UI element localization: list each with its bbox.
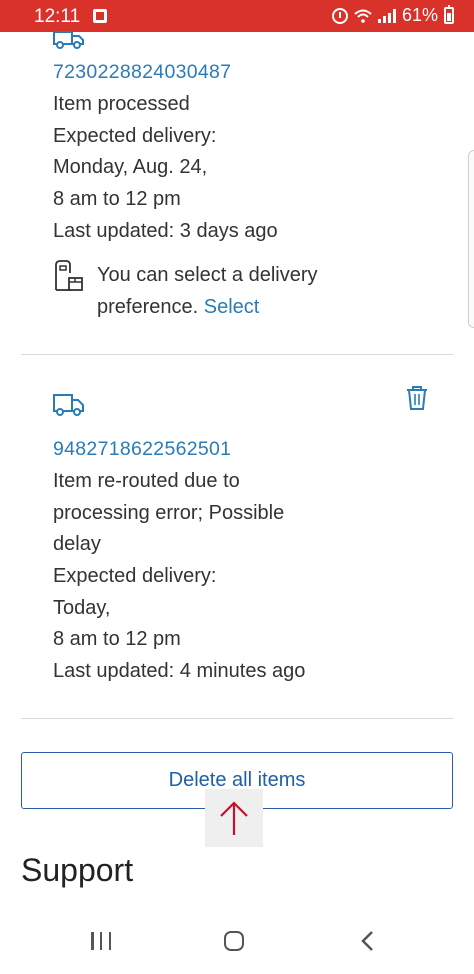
select-preference-link[interactable]: Select <box>204 296 260 318</box>
package-status-line2: processing error; Possible <box>53 502 285 524</box>
truck-icon <box>53 394 84 416</box>
divider <box>21 354 453 355</box>
package-status: Item processed <box>53 93 190 115</box>
navigation-bar <box>0 912 474 974</box>
arrow-up-icon <box>220 801 248 835</box>
support-heading: Support <box>21 852 134 888</box>
wifi-icon <box>354 9 372 23</box>
battery-icon <box>444 5 454 24</box>
trash-icon[interactable] <box>405 385 429 411</box>
expected-delivery-window: 8 am to 12 pm <box>53 188 181 210</box>
back-to-top-button[interactable] <box>205 789 263 847</box>
notification-icon <box>93 9 107 23</box>
divider <box>21 718 453 719</box>
status-icons: 61% <box>331 5 454 26</box>
package-status-line1: Item re-routed due to <box>53 470 240 492</box>
alarm-icon <box>331 7 348 24</box>
tracking-number-link[interactable]: 9482718622562501 <box>53 438 231 461</box>
back-icon[interactable] <box>358 930 378 952</box>
home-icon[interactable] <box>224 931 244 951</box>
tracking-number-link[interactable]: 7230228824030487 <box>53 61 231 84</box>
preference-text: preference. <box>97 296 199 318</box>
signal-icon <box>377 8 396 23</box>
delivery-preference-icon <box>55 260 83 291</box>
expected-delivery-day: Today, <box>53 597 111 619</box>
expected-delivery-label: Expected delivery: <box>53 565 217 587</box>
preference-text-line2: preference. Select <box>97 291 259 323</box>
expected-delivery-label: Expected delivery: <box>53 125 217 147</box>
expected-delivery-window: 8 am to 12 pm <box>53 628 181 650</box>
truck-icon <box>53 31 84 49</box>
preference-text-line1: You can select a delivery <box>97 264 318 286</box>
status-time: 12:11 <box>34 6 81 27</box>
last-updated: Last updated: 3 days ago <box>53 220 278 242</box>
package-status-line3: delay <box>53 533 101 555</box>
scroll-handle[interactable] <box>468 150 474 328</box>
recent-apps-icon[interactable] <box>91 932 111 950</box>
expected-delivery-day: Monday, Aug. 24, <box>53 156 208 178</box>
battery-percent: 61% <box>401 5 438 25</box>
last-updated: Last updated: 4 minutes ago <box>53 660 306 682</box>
